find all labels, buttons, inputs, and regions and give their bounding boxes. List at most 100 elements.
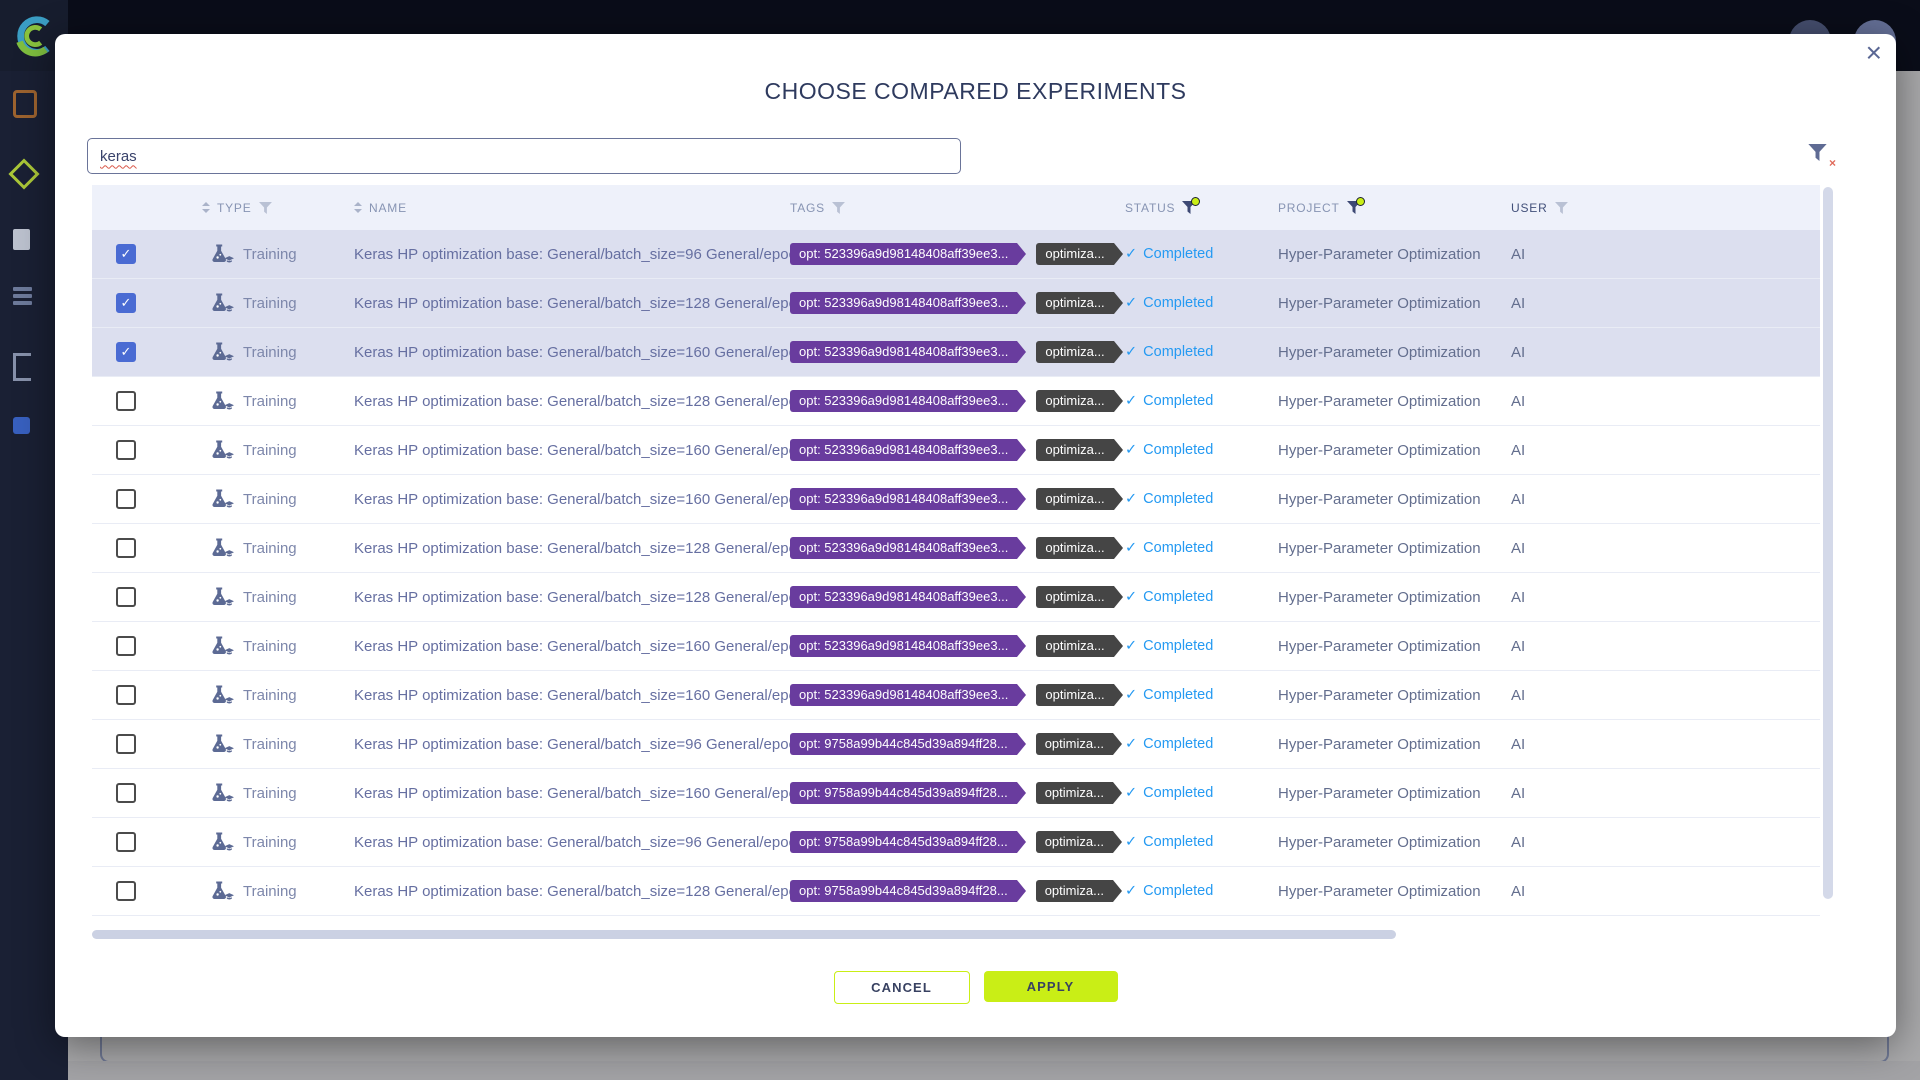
table-row[interactable]: Training Keras HP optimization base: Gen…: [92, 916, 1820, 927]
status-check-icon: ✓: [1125, 442, 1137, 458]
column-header-name[interactable]: NAME: [354, 201, 790, 215]
row-type-label: Training: [243, 344, 297, 361]
row-checkbox[interactable]: [116, 783, 136, 803]
row-checkbox[interactable]: ✓: [116, 342, 136, 362]
table-row[interactable]: Training Keras HP optimization base: Gen…: [92, 426, 1820, 475]
filter-active-icon[interactable]: [1182, 201, 1196, 214]
table-row[interactable]: Training Keras HP optimization base: Gen…: [92, 720, 1820, 769]
tag-badge-opt-id: opt: 9758a99b44c845d39a894ff28...: [790, 782, 1017, 804]
tag-badge-opt-id: opt: 523396a9d98148408aff39ee3...: [790, 586, 1017, 608]
row-checkbox[interactable]: [116, 440, 136, 460]
sidebar-dashboard-icon[interactable]: [13, 90, 37, 118]
row-project: Hyper-Parameter Optimization: [1278, 834, 1511, 851]
table-row[interactable]: Training Keras HP optimization base: Gen…: [92, 377, 1820, 426]
row-checkbox[interactable]: [116, 734, 136, 754]
training-flask-icon: [208, 538, 234, 559]
row-checkbox[interactable]: [116, 489, 136, 509]
table-row[interactable]: Training Keras HP optimization base: Gen…: [92, 818, 1820, 867]
table-row[interactable]: Training Keras HP optimization base: Gen…: [92, 524, 1820, 573]
filter-icon[interactable]: [1555, 202, 1568, 214]
row-checkbox[interactable]: [116, 636, 136, 656]
table-row[interactable]: Training Keras HP optimization base: Gen…: [92, 573, 1820, 622]
cancel-button[interactable]: CANCEL: [834, 971, 970, 1004]
sidebar-projects-icon[interactable]: [8, 158, 39, 189]
table-row[interactable]: ✓ Training Keras HP optimization base: G…: [92, 328, 1820, 377]
filter-active-icon[interactable]: [1347, 201, 1361, 214]
search-input-value: keras: [100, 148, 137, 165]
status-check-icon: ✓: [1125, 687, 1137, 703]
table-row[interactable]: Training Keras HP optimization base: Gen…: [92, 867, 1820, 916]
tag-badge-optimization: optimiza...: [1036, 635, 1113, 657]
table-row[interactable]: ✓ Training Keras HP optimization base: G…: [92, 230, 1820, 279]
status-label: Completed: [1143, 491, 1213, 507]
column-header-status[interactable]: STATUS: [1125, 201, 1278, 215]
row-type-cell: Training: [202, 636, 354, 657]
sidebar-datasets-icon[interactable]: [13, 287, 32, 305]
clear-filters-icon[interactable]: ×: [1808, 144, 1834, 168]
training-flask-icon: [208, 832, 234, 853]
row-tags-cell: opt: 523396a9d98148408aff39ee3... optimi…: [790, 488, 1125, 510]
row-checkbox[interactable]: ✓: [116, 293, 136, 313]
row-type-cell: Training: [202, 685, 354, 706]
column-header-user[interactable]: USER: [1511, 201, 1820, 215]
status-label: Completed: [1143, 442, 1213, 458]
row-project: Hyper-Parameter Optimization: [1278, 246, 1511, 263]
tag-badge-optimization: optimiza...: [1036, 733, 1113, 755]
row-type-cell: Training: [202, 489, 354, 510]
training-flask-icon: [208, 391, 234, 412]
table-body: ✓ Training Keras HP optimization base: G…: [92, 230, 1820, 927]
row-checkbox-cell: [92, 881, 202, 901]
table-row[interactable]: ✓ Training Keras HP optimization base: G…: [92, 279, 1820, 328]
row-checkbox[interactable]: [116, 538, 136, 558]
row-user: AI: [1511, 638, 1820, 655]
row-project: Hyper-Parameter Optimization: [1278, 638, 1511, 655]
table-row[interactable]: Training Keras HP optimization base: Gen…: [92, 475, 1820, 524]
table-row[interactable]: Training Keras HP optimization base: Gen…: [92, 622, 1820, 671]
row-checkbox[interactable]: [116, 587, 136, 607]
row-checkbox[interactable]: [116, 391, 136, 411]
column-header-type[interactable]: TYPE: [202, 201, 354, 215]
filter-icon[interactable]: [832, 202, 845, 214]
row-checkbox-cell: [92, 391, 202, 411]
dialog-footer: CANCEL APPLY: [55, 971, 1896, 1004]
status-label: Completed: [1143, 393, 1213, 409]
experiment-search-input[interactable]: keras: [87, 138, 961, 174]
tag-badge-opt-id: opt: 523396a9d98148408aff39ee3...: [790, 684, 1017, 706]
sort-icon[interactable]: [202, 202, 210, 213]
training-flask-icon: [208, 587, 234, 608]
row-type-cell: Training: [202, 342, 354, 363]
row-checkbox[interactable]: [116, 832, 136, 852]
status-check-icon: ✓: [1125, 638, 1137, 654]
table-row[interactable]: Training Keras HP optimization base: Gen…: [92, 769, 1820, 818]
row-type-label: Training: [243, 736, 297, 753]
row-user: AI: [1511, 540, 1820, 557]
sidebar-reports-icon[interactable]: [13, 229, 30, 250]
row-checkbox[interactable]: [116, 881, 136, 901]
tag-badge-optimization: optimiza...: [1036, 243, 1113, 265]
row-type-label: Training: [243, 638, 297, 655]
row-checkbox-cell: ✓: [92, 293, 202, 313]
tag-badge-optimization: optimiza...: [1036, 439, 1113, 461]
status-label: Completed: [1143, 246, 1213, 262]
close-icon[interactable]: ×: [1866, 38, 1882, 68]
sort-icon[interactable]: [354, 202, 362, 213]
column-header-tags[interactable]: TAGS: [790, 201, 1125, 215]
status-check-icon: ✓: [1125, 393, 1137, 409]
horizontal-scrollbar[interactable]: [92, 930, 1396, 939]
row-tags-cell: opt: 523396a9d98148408aff39ee3... optimi…: [790, 537, 1125, 559]
sidebar-pipelines-icon[interactable]: [13, 353, 31, 381]
filter-icon[interactable]: [259, 202, 272, 214]
row-tags-cell: opt: 523396a9d98148408aff39ee3... optimi…: [790, 390, 1125, 412]
tag-badge-opt-id: opt: 523396a9d98148408aff39ee3...: [790, 292, 1017, 314]
row-type-cell: Training: [202, 293, 354, 314]
row-type-label: Training: [243, 785, 297, 802]
status-label: Completed: [1143, 736, 1213, 752]
vertical-scrollbar[interactable]: [1823, 187, 1833, 899]
training-flask-icon: [208, 734, 234, 755]
row-checkbox[interactable]: ✓: [116, 244, 136, 264]
apply-button[interactable]: APPLY: [984, 971, 1118, 1002]
sidebar-applications-icon[interactable]: [13, 417, 30, 434]
column-header-project[interactable]: PROJECT: [1278, 201, 1511, 215]
row-checkbox[interactable]: [116, 685, 136, 705]
table-row[interactable]: Training Keras HP optimization base: Gen…: [92, 671, 1820, 720]
